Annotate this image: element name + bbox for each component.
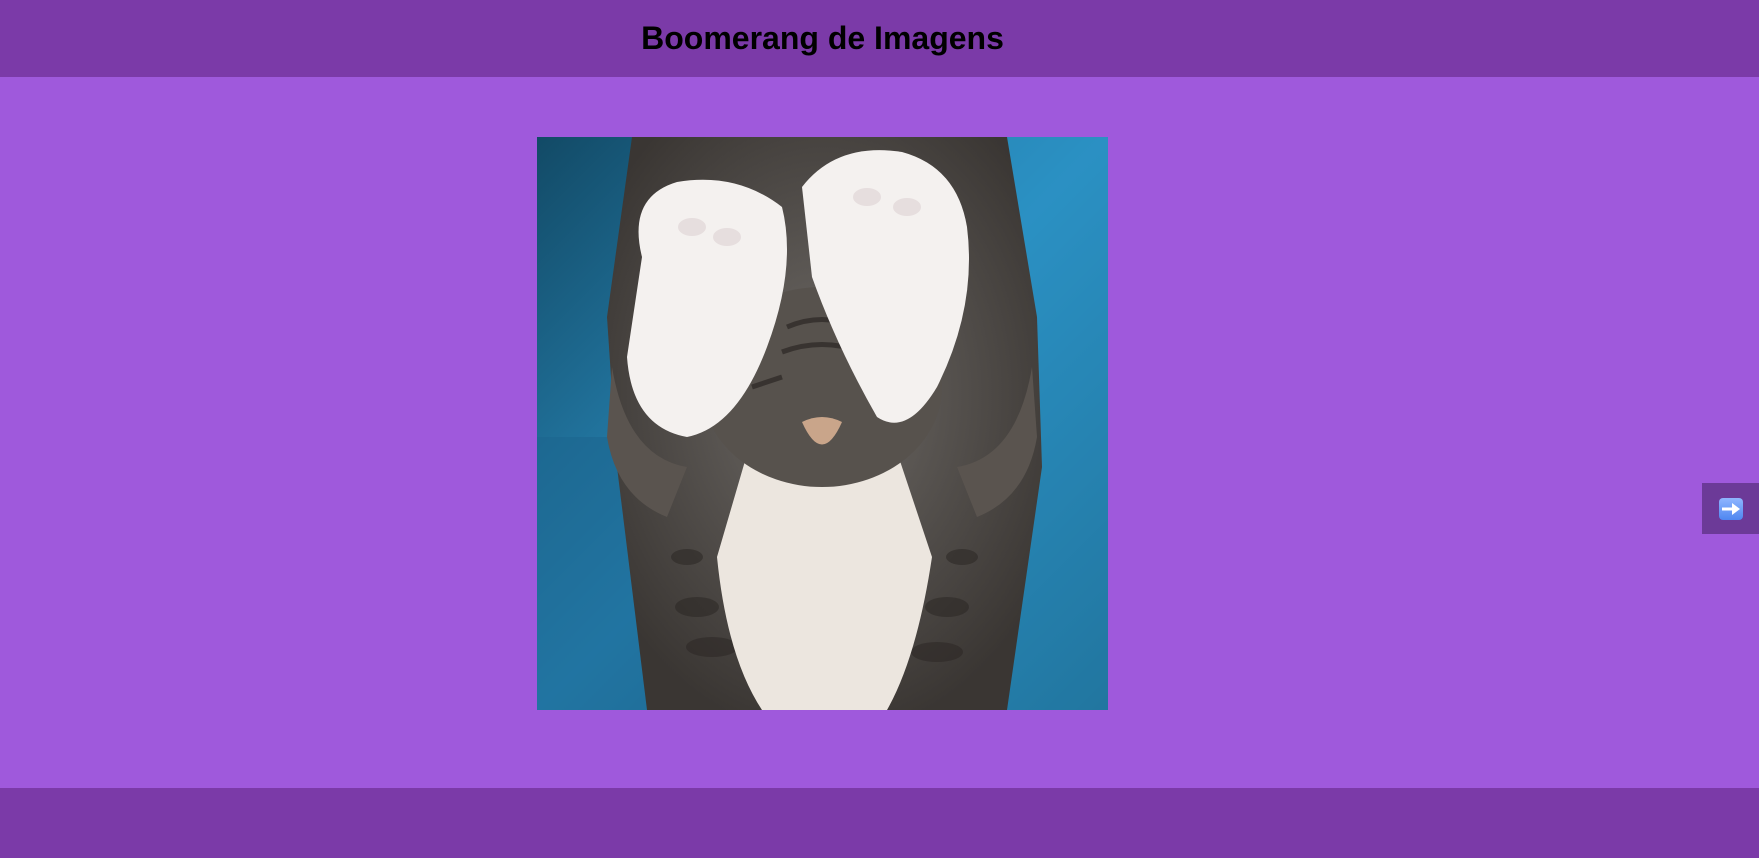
next-image-button[interactable] (1702, 483, 1759, 534)
gallery-area (0, 77, 1759, 788)
footer-bar (0, 788, 1759, 858)
kitten-photo (537, 137, 1108, 710)
header-bar: Boomerang de Imagens (0, 0, 1759, 77)
right-arrow-icon (1718, 497, 1743, 520)
page-title: Boomerang de Imagens (641, 20, 1004, 56)
